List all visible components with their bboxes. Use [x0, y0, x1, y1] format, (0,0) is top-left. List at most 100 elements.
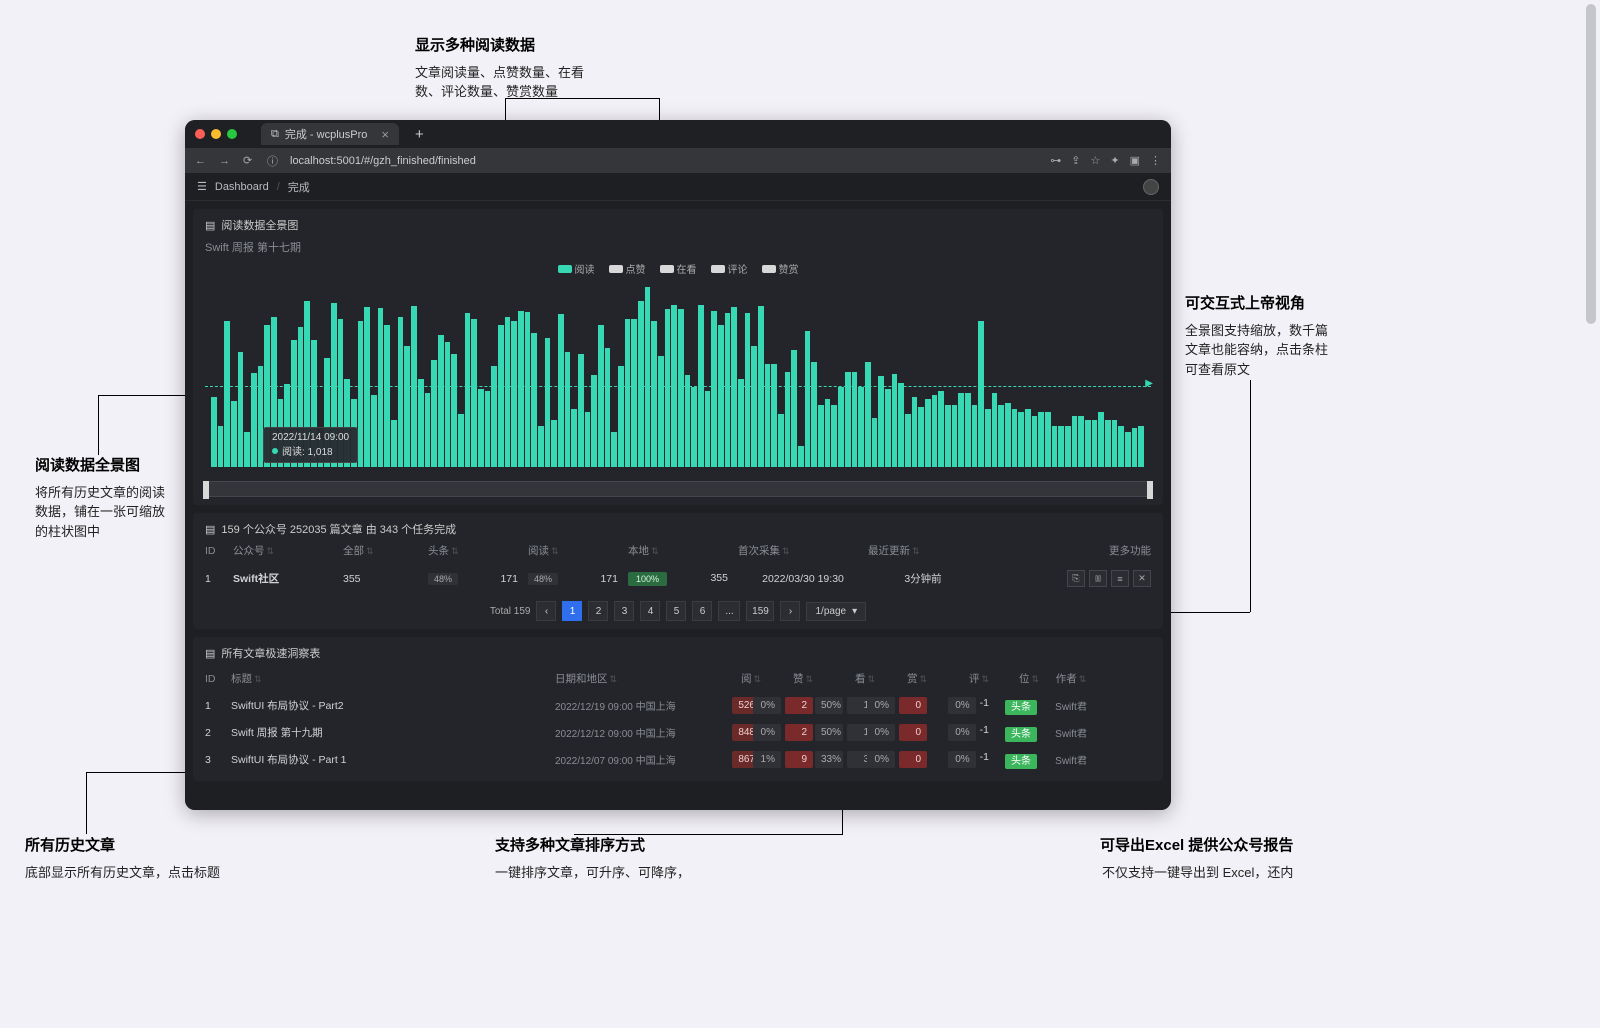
chart-bar[interactable] — [731, 307, 737, 467]
action-delete-icon[interactable]: ✕ — [1133, 570, 1151, 587]
account-name[interactable]: Swift社区 — [233, 571, 343, 586]
col-header[interactable]: 阅⇅ — [707, 671, 767, 686]
chart-bar[interactable] — [558, 314, 564, 467]
article-title[interactable]: SwiftUI 布局协议 - Part 1 — [231, 752, 553, 767]
chart-bar[interactable] — [771, 364, 777, 467]
chart-bar[interactable] — [551, 420, 557, 467]
table-row[interactable]: 1SwiftUI 布局协议 - Part22022/12/19 09:00 中国… — [205, 692, 1151, 719]
chart-bar[interactable] — [445, 342, 451, 467]
chart-bar[interactable] — [545, 338, 551, 467]
url-field[interactable]: localhost:5001/#/gzh_finished/finished — [290, 155, 1038, 167]
menu-toggle-icon[interactable]: ☰ — [197, 180, 207, 193]
article-title[interactable]: SwiftUI 布局协议 - Part2 — [231, 698, 553, 713]
chart-bar[interactable] — [831, 405, 837, 467]
pager-size-select[interactable]: 1/page▾ — [806, 602, 866, 621]
table-row[interactable]: 1 Swift社区 355 48%171 48%171 100%355 2022… — [205, 564, 1151, 593]
extensions-icon[interactable]: ✦ — [1110, 154, 1119, 167]
chart-bar[interactable] — [745, 313, 751, 467]
chart-bar[interactable] — [878, 376, 884, 467]
chart-bar[interactable] — [965, 393, 971, 467]
chart-bar[interactable] — [378, 308, 384, 467]
table-row[interactable]: 3SwiftUI 布局协议 - Part 12022/12/07 09:00 中… — [205, 746, 1151, 773]
chart-bar[interactable] — [1125, 432, 1131, 467]
chart-bar[interactable] — [838, 387, 844, 467]
chart-bar[interactable] — [485, 391, 491, 467]
col-header[interactable]: 标题⇅ — [231, 671, 553, 686]
forward-icon[interactable]: → — [219, 155, 231, 167]
col-header[interactable]: 全部⇅ — [343, 543, 428, 558]
col-header[interactable]: 位⇅ — [997, 671, 1045, 686]
chart-bar[interactable] — [725, 313, 731, 467]
chart-bar[interactable] — [805, 331, 811, 467]
col-header[interactable]: 本地⇅ — [628, 543, 738, 558]
chart-bar[interactable] — [538, 426, 544, 467]
chart-bar[interactable] — [665, 309, 671, 467]
chart-bar[interactable] — [932, 395, 938, 467]
chart-bar[interactable] — [651, 321, 657, 467]
chart-bar[interactable] — [1025, 409, 1031, 467]
chart-bar[interactable] — [825, 399, 831, 467]
chart-bar[interactable] — [1045, 412, 1051, 467]
chart-bar[interactable] — [1112, 420, 1118, 467]
chart-bar[interactable] — [465, 313, 471, 467]
chart-bar[interactable] — [992, 393, 998, 467]
chart-bar[interactable] — [518, 311, 524, 467]
chart-bar[interactable] — [638, 301, 644, 467]
reload-icon[interactable]: ⟳ — [243, 154, 255, 167]
legend-item[interactable]: 点赞 — [609, 261, 646, 276]
chart-bar[interactable] — [738, 379, 744, 467]
browser-menu-icon[interactable]: ⋮ — [1150, 154, 1161, 167]
col-header[interactable]: 评⇅ — [935, 671, 995, 686]
back-icon[interactable]: ← — [195, 155, 207, 167]
slider-handle-left[interactable] — [203, 481, 209, 499]
table-row[interactable]: 2Swift 周报 第十九期2022/12/12 09:00 中国上海8480%… — [205, 719, 1151, 746]
chart-bar[interactable] — [865, 362, 871, 467]
chart-bar[interactable] — [211, 397, 217, 467]
pager-next[interactable]: › — [780, 601, 800, 621]
chart-bar[interactable] — [478, 389, 484, 467]
chart-bar[interactable] — [718, 325, 724, 467]
chart-bar[interactable] — [1038, 412, 1044, 467]
chart-bar[interactable] — [998, 405, 1004, 467]
chart-bar[interactable] — [938, 391, 944, 467]
chart-bar[interactable] — [565, 352, 571, 467]
chart-bar[interactable] — [218, 426, 224, 467]
action-chart-icon[interactable]: ⫾⫾ — [1089, 570, 1107, 587]
chart-bar[interactable] — [645, 287, 651, 467]
chart-bar[interactable] — [1105, 420, 1111, 467]
chart-bar[interactable] — [1065, 426, 1071, 467]
bookmark-icon[interactable]: ☆ — [1091, 154, 1101, 167]
chart-bar[interactable] — [685, 375, 691, 467]
avatar[interactable] — [1143, 179, 1159, 195]
chart-bar[interactable] — [371, 395, 377, 467]
chart-bar[interactable] — [798, 446, 804, 467]
pager-prev[interactable]: ‹ — [536, 601, 556, 621]
col-header[interactable]: 作者⇅ — [1047, 671, 1095, 686]
chart-bar[interactable] — [1032, 416, 1038, 467]
new-tab-button[interactable]: + — [415, 126, 424, 143]
chart-bar[interactable] — [458, 414, 464, 467]
chart-bar[interactable] — [571, 409, 577, 467]
chart-bar[interactable] — [678, 309, 684, 467]
chart-bar[interactable] — [945, 405, 951, 467]
chart-bar[interactable] — [972, 405, 978, 467]
chart-bar[interactable] — [818, 405, 824, 467]
chart-bar[interactable] — [711, 311, 717, 467]
col-header[interactable]: 赏⇅ — [883, 671, 933, 686]
chart-bar[interactable] — [425, 393, 431, 467]
chart-bar[interactable] — [811, 362, 817, 467]
chart-bar[interactable] — [631, 319, 637, 467]
chart-bar[interactable] — [1118, 426, 1124, 467]
chart-bar[interactable] — [1132, 428, 1138, 467]
chart-bar[interactable] — [238, 352, 244, 467]
chart-bar[interactable] — [765, 364, 771, 467]
chart-bar[interactable] — [791, 350, 797, 467]
chart-bar[interactable] — [404, 346, 410, 467]
chart-bar[interactable] — [591, 375, 597, 467]
chart-canvas[interactable]: ▶ 2022/11/14 09:00 阅读: 1,018 — [205, 282, 1151, 467]
chart-bar[interactable] — [625, 319, 631, 467]
action-detail-icon[interactable]: ⎘ — [1067, 570, 1085, 587]
chart-bar[interactable] — [958, 393, 964, 467]
chart-bar[interactable] — [398, 317, 404, 467]
col-header[interactable]: 首次采集⇅ — [738, 543, 868, 558]
